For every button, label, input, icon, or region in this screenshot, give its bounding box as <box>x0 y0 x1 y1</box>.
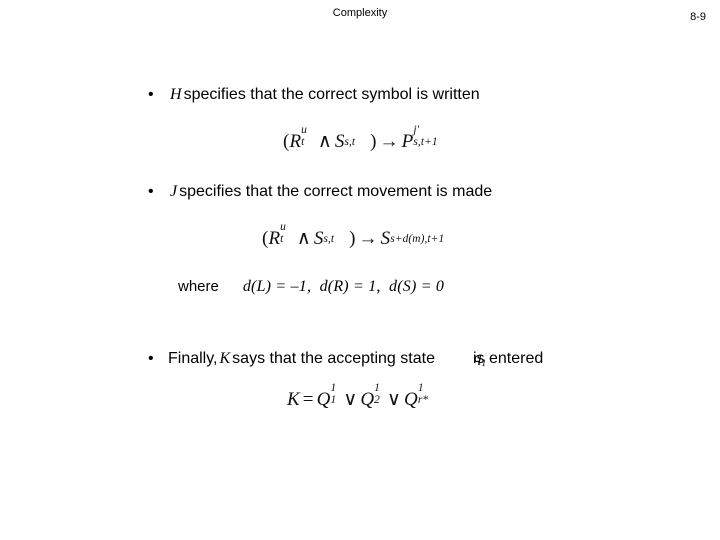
bullet-marker-icon: • <box>148 183 154 200</box>
eq-k-q3-sub: r* <box>417 393 429 406</box>
eq-h-p-sup: j′ <box>413 123 420 136</box>
eq-k-q1-base: Q <box>316 389 331 410</box>
bullet-text-j: specifies that the correct movement is m… <box>179 183 493 200</box>
eq-h-arrow-icon: → <box>379 131 399 152</box>
eq-k-q2-sub: 2 <box>374 393 380 406</box>
eq-k-q2-term: Q12 <box>360 382 380 411</box>
where-label: where <box>178 278 219 295</box>
eq-j-s-base: S <box>313 228 324 249</box>
eq-k-or-operator-1: ∨ <box>343 389 358 410</box>
eq-k-base: K <box>287 389 300 410</box>
eq-h-r-base: R <box>289 131 302 152</box>
bullet-tail-k: is entered <box>472 350 544 367</box>
bullet-symbol-h: H <box>170 86 182 103</box>
eq-h-r-sup: u <box>301 123 307 136</box>
eq-j-r-term: Rut <box>268 221 285 250</box>
equation-j: (R u t ∧ Ss,t) → Ss+d(m),t+1 <box>262 221 445 250</box>
eq-k-q2-sup: 1 <box>374 381 380 394</box>
slide-canvas: Complexity 8-9 • H specifies that the co… <box>0 0 720 540</box>
eq-k-q3-sup: 1 <box>417 381 424 394</box>
where-clause: where d(L) = –1, d(R) = 1, d(S) = 0 <box>178 278 444 296</box>
eq-j-r-sup: u <box>280 220 286 233</box>
eq-k-q2-base: Q <box>360 389 375 410</box>
bullet-item-j: • J specifies that the correct movement … <box>148 181 492 203</box>
eq-h-r-sub: t <box>301 135 305 148</box>
eq-h-p-sub: s,t+1 <box>413 135 438 148</box>
equation-h: (R u t ∧ Ss,t) → Pj′ s,t+1 <box>283 124 451 153</box>
eq-h-s-sub: s,t <box>344 135 356 148</box>
eq-j-s-term: Ss,t <box>313 228 334 250</box>
bullet-marker-icon: • <box>148 350 154 367</box>
eq-j-s2-base: S <box>380 228 391 249</box>
eq-j-s2-term: Ss+d(m),t+1 <box>380 228 445 250</box>
page-number: 8-9 <box>690 11 706 23</box>
equation-k: K = Q 1 1 ∨ Q 1 2 ∨ Q 1 r* <box>287 382 428 411</box>
bullet-marker-icon: • <box>148 86 154 103</box>
eq-h-p-term: Pj′ s,t+1 <box>401 124 438 153</box>
eq-j-r-sub: t <box>280 232 284 245</box>
eq-k-q3-base: Q <box>404 389 418 410</box>
eq-j-right-paren: ) <box>349 228 356 249</box>
bullet-symbol-j: J <box>170 183 178 200</box>
accepting-state-symbol: q1 <box>474 350 486 369</box>
bullet-lead-k: Finally, <box>168 350 218 367</box>
slide-title: Complexity <box>332 7 388 19</box>
bullet-text-h: specifies that the correct symbol is wri… <box>183 86 480 103</box>
eq-j-arrow-icon: → <box>358 228 378 249</box>
eq-j-and-operator: ∧ <box>296 228 311 249</box>
eq-h-and-operator: ∧ <box>317 131 332 152</box>
eq-h-s-term: Ss,t <box>334 131 355 153</box>
eq-j-r-base: R <box>268 228 281 249</box>
bullet-text-k: says that the accepting state <box>232 350 435 367</box>
eq-h-right-paren: ) <box>370 131 377 152</box>
eq-k-q1-sup: 1 <box>330 381 337 394</box>
eq-j-s2-sub: s+d(m),t+1 <box>390 232 445 245</box>
eq-h-r-term: Rut <box>289 124 306 153</box>
bullet-symbol-k: K <box>219 350 231 367</box>
accepting-state-symbol-base: q <box>474 350 482 366</box>
bullet-item-h: • H specifies that the correct symbol is… <box>148 84 480 106</box>
eq-k-q3-term: Q 1 r* <box>404 382 428 411</box>
eq-h-p-base: P <box>401 131 414 152</box>
eq-k-equals-operator: = <box>302 389 314 410</box>
eq-h-s-base: S <box>334 131 345 152</box>
accepting-state-symbol-subscript: 1 <box>481 359 487 369</box>
eq-k-or-operator-2: ∨ <box>387 389 402 410</box>
eq-j-s-sub: s,t <box>323 232 335 245</box>
where-definitions: d(L) = –1, d(R) = 1, d(S) = 0 <box>242 278 445 295</box>
eq-k-q1-term: Q11 <box>316 382 337 411</box>
eq-k-q1-sub: 1 <box>330 393 337 406</box>
